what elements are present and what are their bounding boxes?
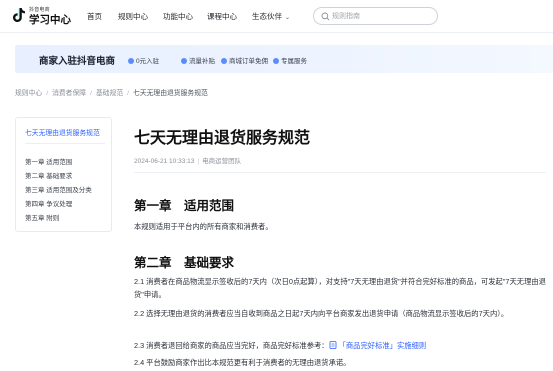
toc-item[interactable]: 第二章 基础要求 <box>25 170 72 180</box>
banner-tag: 商城订单免佣 <box>221 55 268 65</box>
doc-meta: 2024-06-21 10:33:13 | 电商运营团队 <box>134 158 242 165</box>
check-icon <box>128 58 134 64</box>
page-title: 七天无理由退货服务规范 <box>134 130 311 147</box>
paragraph-2-1: 2.1 消费者在商品物流显示签收后的7天内（次日0点起算），对支持"7天无理由退… <box>134 277 546 299</box>
top-nav: 抖音电商 学习中心 首页 规则中心 功能中心 课程中心 生态伙伴 ⌄ <box>0 0 553 33</box>
chevron-down-icon: ⌄ <box>285 15 291 21</box>
search-input[interactable] <box>332 10 432 22</box>
toc-title[interactable]: 七天无理由退货服务规范 <box>25 127 100 137</box>
search-icon <box>321 12 330 21</box>
table-of-contents: 七天无理由退货服务规范 第一章 适用范围 第二章 基础要求 第三章 适用范围及分… <box>15 117 112 232</box>
breadcrumb: 规则中心 / 消费者保障 / 基础规范 / 七天无理由退货服务规范 <box>15 87 208 97</box>
breadcrumb-separator: / <box>46 90 49 97</box>
banner-tag: 0元入驻 <box>128 55 159 65</box>
paragraph-2-2: 2.2 选择无理由退货的消费者应当自收到商品之日起7天内向平台商家发出退货申请（… <box>134 309 509 318</box>
chapter-1-text: 本规则适用于平台内的所有商家和消费者。 <box>134 222 273 231</box>
logo-title: 学习中心 <box>29 14 71 26</box>
chapter-1-heading: 第一章 适用范围 <box>134 199 235 213</box>
author: 电商运营团队 <box>202 158 242 165</box>
divider <box>134 172 546 173</box>
banner-tag: 专属服务 <box>273 55 307 65</box>
breadcrumb-item[interactable]: 消费者保障 <box>52 87 86 97</box>
publish-date: 2024-06-21 10:33:13 <box>134 158 195 165</box>
paragraph-2-3-text: 2.3 消费者退回给商家的商品应当完好，商品完好标准参考： <box>134 341 329 350</box>
promo-banner[interactable]: 商家入驻抖音电商 0元入驻 流量补贴 商城订单免佣 专属服务 <box>15 45 553 73</box>
douyin-logo-icon <box>13 8 25 22</box>
banner-tag: 流量补贴 <box>181 55 215 65</box>
banner-title: 商家入驻抖音电商 <box>39 56 116 67</box>
paragraph-2-3: 2.3 消费者退回给商家的商品应当完好，商品完好标准参考： 「商品完好标准」实施细… <box>134 340 546 353</box>
nav-course-center[interactable]: 课程中心 <box>207 11 237 22</box>
nav-home[interactable]: 首页 <box>87 11 102 22</box>
nav-rules-center[interactable]: 规则中心 <box>118 11 148 22</box>
toc-item[interactable]: 第四章 争议处理 <box>25 198 72 208</box>
breadcrumb-item[interactable]: 基础规范 <box>96 87 123 97</box>
search-box[interactable] <box>313 7 438 25</box>
toc-divider <box>25 143 105 144</box>
logo[interactable]: 抖音电商 学习中心 <box>12 6 72 28</box>
breadcrumb-item[interactable]: 规则中心 <box>15 87 42 97</box>
nav-eco-partners-label: 生态伙伴 <box>252 12 282 21</box>
breadcrumb-current: 七天无理由退货服务规范 <box>133 90 208 97</box>
chapter-2-heading: 第二章 基础要求 <box>134 256 235 270</box>
standard-link-label: 「商品完好标准」实施细则 <box>338 341 427 350</box>
check-icon <box>221 58 227 64</box>
toc-item[interactable]: 第一章 适用范围 <box>25 156 72 166</box>
breadcrumb-separator: / <box>127 90 130 97</box>
check-icon <box>181 58 187 64</box>
toc-item[interactable]: 第三章 适用范围及分类 <box>25 184 92 194</box>
nav-eco-partners[interactable]: 生态伙伴 ⌄ <box>252 11 290 22</box>
paragraph-2-4: 2.4 平台鼓励商家作出比本规范更有利于消费者的无理由退货承诺。 <box>134 358 351 367</box>
breadcrumb-separator: / <box>90 90 92 97</box>
nav-feature-center[interactable]: 功能中心 <box>163 11 193 22</box>
standard-link[interactable]: 「商品完好标准」实施细则 <box>329 341 427 350</box>
toc-item[interactable]: 第五章 附则 <box>25 212 59 222</box>
check-icon <box>273 58 279 64</box>
document-link-icon <box>329 341 336 349</box>
